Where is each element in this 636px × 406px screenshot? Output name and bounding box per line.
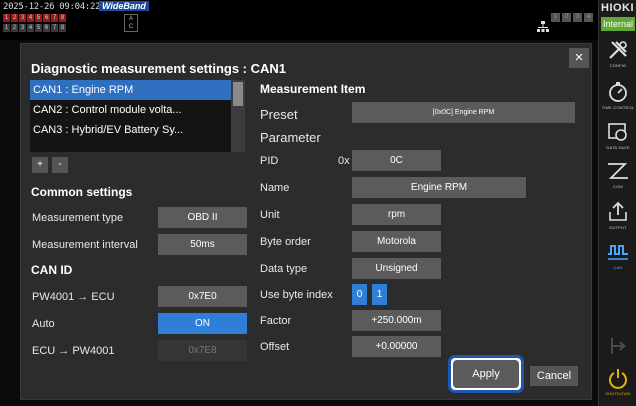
channel-indicator: 2 [11, 14, 18, 22]
can-list-item[interactable]: CAN2 : Control module volta... [30, 100, 245, 120]
data-type-label: Data type [260, 263, 308, 275]
io-indicator: 5 [35, 24, 42, 32]
measurement-type-label: Measurement type [32, 212, 124, 224]
channel-indicators: 1 2 3 4 5 6 7 8 [3, 14, 66, 22]
measurement-interval-field[interactable]: 50ms [158, 234, 247, 255]
io-indicator: 7 [51, 24, 58, 32]
io-indicator: 6 [43, 24, 50, 32]
pid-label: PID [260, 155, 279, 167]
channel-indicator: 5 [35, 14, 42, 22]
sidebar-com-button[interactable]: COM [601, 157, 635, 197]
preset-label: Preset [260, 107, 298, 122]
byte-order-label: Byte order [260, 236, 311, 248]
slot-indicator: 3 [573, 13, 582, 22]
can-list-item[interactable]: CAN3 : Hybrid/EV Battery Sy... [30, 120, 245, 140]
io-indicator: 1 [3, 24, 10, 32]
offset-label: Offset [260, 341, 290, 353]
trigger-source-badge: Internal [601, 17, 635, 31]
name-label: Name [260, 182, 290, 194]
data-save-icon [608, 123, 627, 141]
sidebar-output-button[interactable]: OUTPUT [601, 198, 635, 238]
apply-button[interactable]: Apply [453, 360, 519, 388]
diagnostic-settings-dialog: Diagnostic measurement settings : CAN1 ×… [20, 43, 592, 400]
sidebar-data-save-button[interactable]: DATA SAVE [601, 118, 635, 158]
datetime: 2025-12-26 09:04:22 [3, 2, 101, 12]
cancel-button[interactable]: Cancel [530, 366, 578, 386]
data-type-field[interactable]: Unsigned [352, 258, 441, 279]
io-indicator: 3 [19, 24, 26, 32]
factor-label: Factor [260, 315, 292, 327]
dimmed-icon [611, 338, 627, 354]
can-icon [608, 245, 628, 260]
offset-field[interactable]: +0.00000 [352, 336, 441, 357]
byte-order-field[interactable]: Motorola [352, 231, 441, 252]
pid-field[interactable]: 0C [352, 150, 441, 171]
sidebar-can-button[interactable]: CAN [601, 238, 635, 278]
byte-index-1[interactable]: 1 [372, 284, 387, 305]
close-button[interactable]: × [569, 48, 589, 68]
sidebar-shutdown-button[interactable]: SHUTDOWN [601, 364, 635, 404]
common-settings-heading: Common settings [31, 185, 133, 199]
can-id-heading: CAN ID [31, 263, 73, 277]
output-icon [609, 201, 627, 221]
slot-indicator: 1 [551, 13, 560, 22]
io-indicator: 2 [11, 24, 18, 32]
measurement-item-heading: Measurement Item [260, 82, 366, 96]
parameter-heading: Parameter [260, 130, 321, 145]
io-indicators: 1 2 3 4 5 6 7 8 [3, 24, 66, 32]
add-button[interactable]: + [32, 157, 48, 173]
measurement-type-field[interactable]: OBD II [158, 207, 247, 228]
auto-toggle[interactable]: ON [158, 313, 247, 334]
stopwatch-icon [609, 82, 627, 102]
pw-to-ecu-label: PW4001 → ECU [32, 291, 115, 303]
channel-indicator: 3 [19, 14, 26, 22]
name-field[interactable]: Engine RPM [352, 177, 526, 198]
preset-field[interactable]: [0x0C] Engine RPM [352, 102, 575, 123]
list-scrollbar[interactable] [231, 80, 245, 152]
shutdown-icon [609, 369, 627, 389]
io-indicator: 8 [59, 24, 66, 32]
config-icon [609, 41, 627, 59]
can-list-item[interactable]: CAN1 : Engine RPM [30, 80, 245, 100]
channel-indicator: 1 [3, 14, 10, 22]
ecu-to-pw-label: ECU → PW4001 [32, 345, 115, 357]
auto-label: Auto [32, 318, 55, 330]
byte-index-label: Use byte index [260, 289, 333, 301]
can-list[interactable]: CAN1 : Engine RPM CAN2 : Control module … [30, 80, 245, 152]
channel-indicator: 7 [51, 14, 58, 22]
pw-to-ecu-field[interactable]: 0x7E0 [158, 286, 247, 307]
slot-indicators: 1 2 3 4 [551, 13, 593, 22]
slot-indicator: 4 [584, 13, 593, 22]
factor-field[interactable]: +250.000m [352, 310, 441, 331]
ecu-to-pw-field: 0x7E8 [158, 340, 247, 361]
wideband-badge: WideBand [99, 1, 149, 11]
byte-index-0[interactable]: 0 [352, 284, 367, 305]
measurement-interval-label: Measurement interval [32, 239, 138, 251]
io-indicator: 4 [27, 24, 34, 32]
scrollbar-thumb[interactable] [233, 82, 243, 106]
com-icon [608, 163, 628, 179]
unit-field[interactable]: rpm [352, 204, 441, 225]
pid-prefix: 0x [338, 155, 350, 167]
dialog-title: Diagnostic measurement settings : CAN1 [31, 61, 287, 76]
remove-button[interactable]: - [52, 157, 68, 173]
slot-indicator: 2 [562, 13, 571, 22]
unit-label: Unit [260, 209, 280, 221]
brand-logo: HIOKI [601, 2, 635, 14]
channel-indicator: 4 [27, 14, 34, 22]
network-icon [537, 21, 549, 32]
ac-indicator: A C [124, 14, 138, 32]
channel-indicator: 8 [59, 14, 66, 22]
status-bar: 2025-12-26 09:04:22 WideBand 1 2 3 4 5 6… [0, 0, 598, 40]
sidebar-time-control-button[interactable]: TIME CONTROL [601, 78, 635, 118]
sidebar-config-button[interactable]: CONFIG [601, 36, 635, 76]
channel-indicator: 6 [43, 14, 50, 22]
